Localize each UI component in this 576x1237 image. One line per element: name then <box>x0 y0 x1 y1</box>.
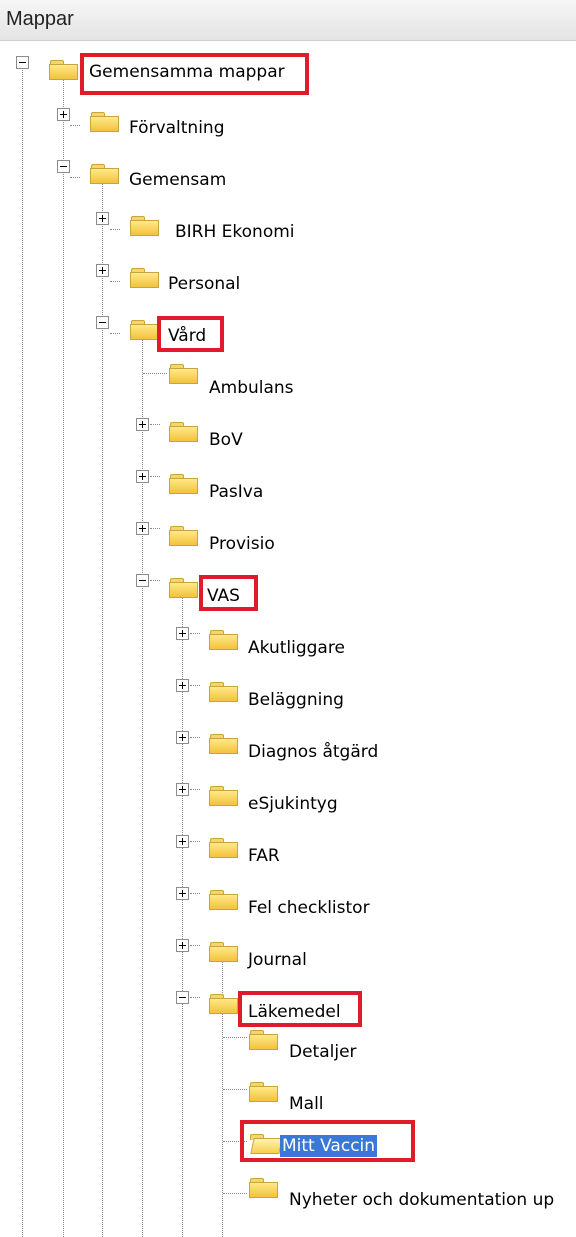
panel-header: Mappar <box>0 0 576 41</box>
expand-journal-toggle[interactable] <box>176 939 189 952</box>
collapse-gemensam-toggle[interactable] <box>57 160 70 173</box>
folder-icon <box>209 837 239 859</box>
tree-item-akutliggare[interactable]: Akutliggare <box>248 637 345 659</box>
folder-icon <box>130 215 160 237</box>
collapse-lakemedel-toggle[interactable] <box>176 991 189 1004</box>
folder-icon <box>169 363 199 385</box>
folder-icon <box>90 163 120 185</box>
highlight-box <box>240 1120 415 1162</box>
folder-icon <box>209 681 239 703</box>
tree-item-forvaltning[interactable]: Förvaltning <box>129 117 225 139</box>
folder-icon <box>209 993 239 1015</box>
folder-icon <box>130 267 160 289</box>
folder-icon <box>249 1029 279 1051</box>
folder-icon <box>249 1081 279 1103</box>
folder-icon <box>169 473 199 495</box>
expand-bov-toggle[interactable] <box>136 418 149 431</box>
tree-item-birh-ekonomi[interactable]: BIRH Ekonomi <box>175 221 295 243</box>
folder-icon <box>49 59 79 81</box>
tree-item-mall[interactable]: Mall <box>289 1093 324 1115</box>
tree-item-personal[interactable]: Personal <box>168 273 240 295</box>
folder-icon <box>249 1177 279 1199</box>
folder-icon <box>90 111 120 133</box>
expand-birh-toggle[interactable] <box>96 212 109 225</box>
folder-icon <box>169 525 199 547</box>
highlight-box <box>80 53 309 95</box>
tree-item-detaljer[interactable]: Detaljer <box>289 1041 357 1063</box>
tree-item-esjukintyg[interactable]: eSjukintyg <box>248 793 338 815</box>
expand-personal-toggle[interactable] <box>96 264 109 277</box>
tree-item-nyheter[interactable]: Nyheter och dokumentation up <box>289 1189 554 1211</box>
folder-icon <box>209 785 239 807</box>
tree-item-bov[interactable]: BoV <box>209 429 243 451</box>
collapse-root-toggle[interactable] <box>16 56 29 69</box>
expand-esjukintyg-toggle[interactable] <box>176 783 189 796</box>
folder-icon <box>209 629 239 651</box>
tree-item-diagnos-atgard[interactable]: Diagnos åtgärd <box>248 741 378 763</box>
expand-akutliggare-toggle[interactable] <box>176 627 189 640</box>
tree-item-belaggning[interactable]: Beläggning <box>248 689 344 711</box>
folder-icon <box>209 941 239 963</box>
folder-icon <box>169 577 199 599</box>
folder-icon <box>209 733 239 755</box>
expand-diagnos-toggle[interactable] <box>176 731 189 744</box>
expand-far-toggle[interactable] <box>176 835 189 848</box>
expand-forvaltning-toggle[interactable] <box>57 108 70 121</box>
folder-icon <box>169 421 199 443</box>
tree-item-journal[interactable]: Journal <box>248 949 307 971</box>
highlight-box <box>199 575 258 611</box>
expand-provisio-toggle[interactable] <box>136 522 149 535</box>
folder-icon <box>130 319 160 341</box>
tree-item-pasiva[interactable]: PasIva <box>209 481 263 503</box>
collapse-vard-toggle[interactable] <box>96 316 109 329</box>
expand-pasiva-toggle[interactable] <box>136 470 149 483</box>
tree-item-provisio[interactable]: Provisio <box>209 533 275 555</box>
tree-item-far[interactable]: FAR <box>248 845 280 867</box>
highlight-box <box>238 991 362 1027</box>
tree-item-fel-checklistor[interactable]: Fel checklistor <box>248 897 370 919</box>
tree-item-ambulans[interactable]: Ambulans <box>209 377 294 399</box>
collapse-vas-toggle[interactable] <box>136 574 149 587</box>
folder-icon <box>209 889 239 911</box>
folder-tree[interactable]: Gemensamma mappar Förvaltning Gemensam B… <box>0 41 576 1237</box>
expand-felchecklistor-toggle[interactable] <box>176 887 189 900</box>
highlight-box <box>157 316 224 352</box>
panel-title: Mappar <box>6 8 74 30</box>
expand-belaggning-toggle[interactable] <box>176 679 189 692</box>
tree-item-gemensam[interactable]: Gemensam <box>129 169 226 191</box>
